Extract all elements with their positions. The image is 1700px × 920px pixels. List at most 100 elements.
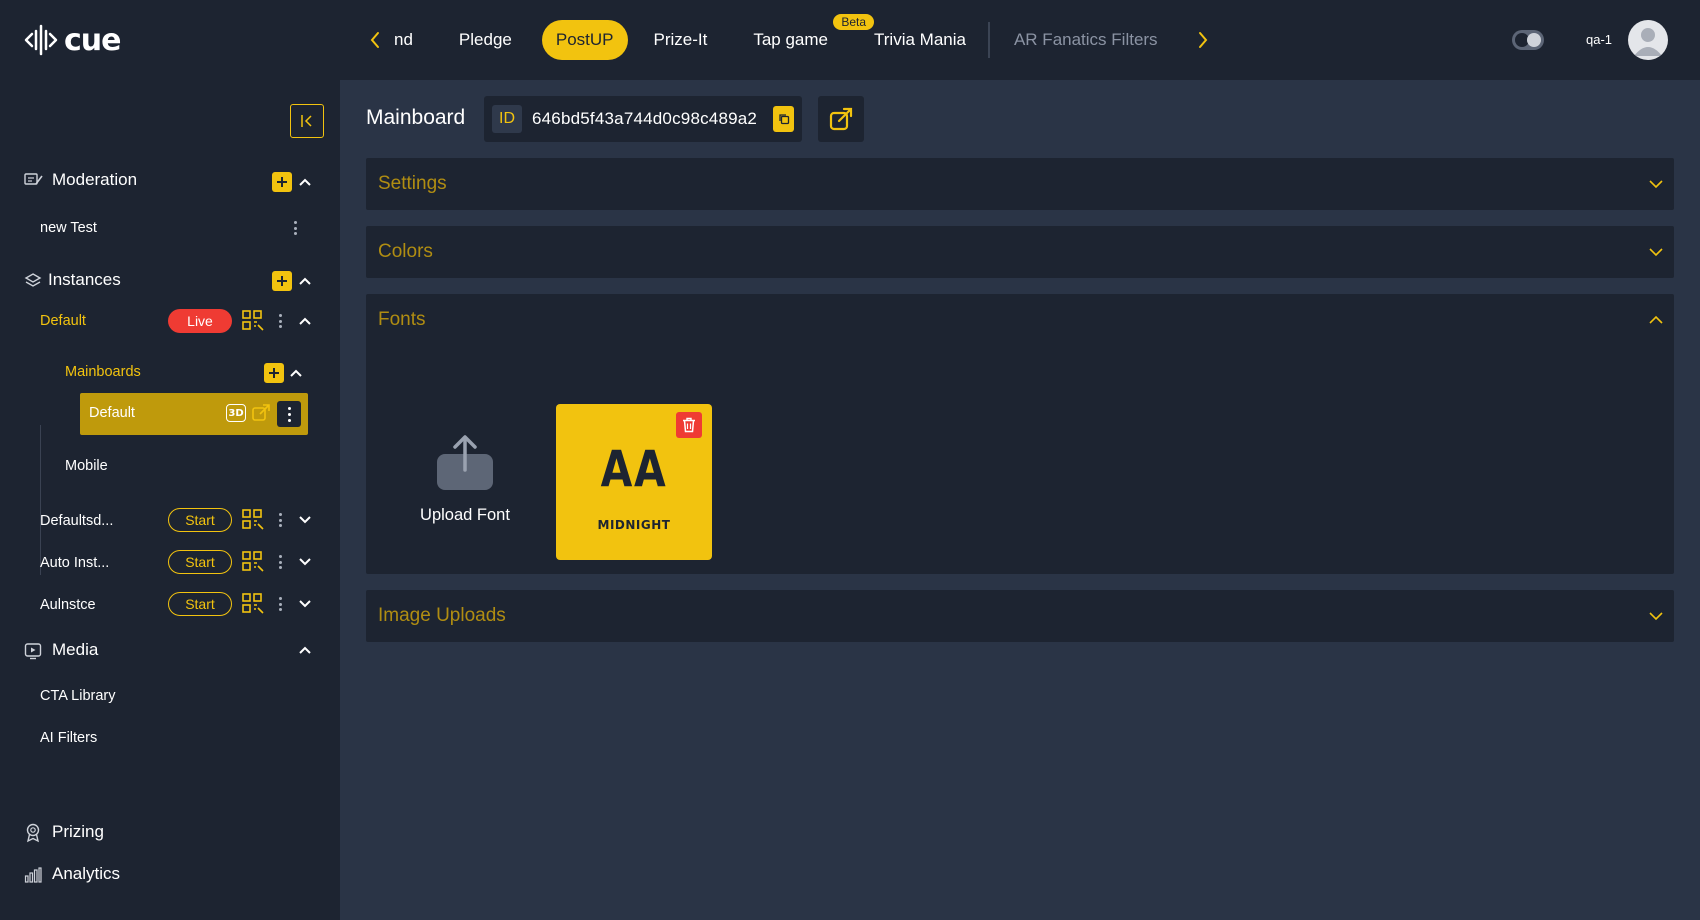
chevron-up-icon[interactable]	[288, 365, 304, 381]
colors-panel-header[interactable]: Colors	[366, 226, 1674, 278]
add-mainboard-button[interactable]	[264, 363, 284, 383]
delete-font-button[interactable]	[676, 412, 702, 438]
sidebar-section-analytics[interactable]: Analytics	[0, 862, 340, 886]
chevron-up-icon[interactable]	[297, 273, 313, 289]
chevron-down-icon[interactable]	[297, 596, 313, 612]
start-button[interactable]: Start	[168, 592, 232, 616]
mainboard-id-box: ID 646bd5f43a744d0c98c489a2	[484, 96, 802, 142]
moderation-item-menu-button[interactable]	[290, 219, 300, 237]
media-label: Media	[52, 640, 99, 659]
tab-trivia-mania[interactable]: Trivia Mania	[854, 20, 976, 60]
copy-icon	[778, 114, 789, 125]
live-status-badge[interactable]: Live	[168, 309, 232, 333]
mainboards-label: Mainboards	[65, 364, 141, 380]
cue-logo[interactable]: cue	[24, 22, 121, 58]
moderation-label: Moderation	[52, 170, 138, 189]
logo-text: cue	[64, 22, 121, 58]
upload-font-label: Upload Font	[420, 506, 510, 524]
tab-nd[interactable]: nd	[390, 20, 439, 60]
media-item-ai-filters[interactable]: AI Filters	[0, 728, 340, 748]
avatar[interactable]	[1628, 20, 1668, 60]
tab-postup[interactable]: PostUP	[541, 20, 628, 60]
trash-icon	[683, 417, 695, 433]
game-tabs: nd Pledge PostUP Prize-It Tap game Beta …	[360, 14, 1218, 60]
fonts-panel-header[interactable]: Fonts	[366, 294, 1674, 346]
media-item-cta-library[interactable]: CTA Library	[0, 686, 340, 706]
user-icon	[1634, 28, 1662, 56]
mobile-label: Mobile	[65, 458, 108, 474]
tabs-next-button[interactable]	[1188, 20, 1218, 60]
layers-icon	[24, 273, 42, 287]
moderation-icon	[24, 173, 43, 185]
top-bar: cue nd Pledge PostUP Prize-It Tap game B…	[0, 0, 1700, 80]
moderation-item[interactable]: new Test	[0, 218, 340, 238]
mainboard-item-label: Default	[89, 405, 135, 421]
tabs-divider	[987, 22, 990, 58]
colors-panel-title: Colors	[378, 241, 433, 262]
chevron-down-icon[interactable]	[297, 554, 313, 570]
open-external-button[interactable]	[818, 96, 864, 142]
image-uploads-panel-title: Image Uploads	[378, 605, 506, 626]
instance-menu-button[interactable]	[275, 553, 285, 571]
qr-code-icon[interactable]	[242, 509, 264, 531]
3d-badge[interactable]: 3D	[226, 404, 246, 422]
tab-tap-game[interactable]: Tap game Beta	[733, 14, 875, 60]
settings-panel: Settings	[366, 158, 1674, 210]
tab-prize-it[interactable]: Prize-It	[638, 20, 734, 60]
qr-code-icon[interactable]	[242, 593, 264, 615]
media-item-label: AI Filters	[40, 730, 98, 746]
add-moderation-button[interactable]	[272, 172, 292, 192]
image-uploads-panel: Image Uploads	[366, 590, 1674, 642]
add-instance-button[interactable]	[272, 271, 292, 291]
sidebar-section-prizing[interactable]: Prizing	[0, 820, 340, 844]
font-card[interactable]: AA MIDNIGHT	[556, 404, 712, 560]
chevron-right-icon	[1198, 32, 1207, 48]
settings-panel-header[interactable]: Settings	[366, 158, 1674, 210]
tabs-prev-button[interactable]	[360, 20, 390, 60]
image-uploads-panel-header[interactable]: Image Uploads	[366, 590, 1674, 642]
analytics-label: Analytics	[52, 864, 121, 883]
chevron-down-icon	[1649, 180, 1663, 189]
id-tag: ID	[492, 105, 522, 133]
mainboard-menu-button[interactable]	[277, 401, 301, 427]
upload-icon	[437, 435, 493, 490]
plus-icon	[277, 276, 287, 286]
tab-ar-fanatics-filters[interactable]: AR Fanatics Filters	[1002, 20, 1188, 60]
fonts-panel: Fonts Upload Font AA MIDNIGHT	[366, 294, 1674, 574]
tab-pledge[interactable]: Pledge	[439, 20, 532, 60]
page-title: Mainboard	[366, 106, 466, 129]
font-name: MIDNIGHT	[597, 518, 671, 532]
start-button[interactable]: Start	[168, 550, 232, 574]
sidebar-section-media[interactable]: Media	[0, 638, 340, 662]
colors-panel: Colors	[366, 226, 1674, 278]
chevron-down-icon[interactable]	[297, 512, 313, 528]
upload-font-button[interactable]: Upload Font	[400, 434, 530, 534]
prizing-label: Prizing	[52, 822, 104, 841]
chevron-left-icon	[370, 32, 379, 48]
chevron-up-icon[interactable]	[297, 642, 313, 658]
qr-code-icon[interactable]	[242, 310, 264, 332]
instance-label: Aulnstce	[40, 597, 96, 613]
fonts-panel-title: Fonts	[378, 309, 426, 330]
chevron-up-icon[interactable]	[297, 174, 313, 190]
collapse-left-icon	[301, 115, 312, 127]
instance-menu-button[interactable]	[275, 511, 285, 529]
font-preview: AA	[600, 440, 668, 498]
media-item-label: CTA Library	[40, 688, 116, 704]
theme-toggle[interactable]	[1512, 30, 1544, 50]
qr-code-icon[interactable]	[242, 551, 264, 573]
copy-id-button[interactable]	[773, 106, 794, 132]
collapse-sidebar-button[interactable]	[290, 104, 324, 138]
external-link-icon[interactable]	[251, 403, 271, 423]
chevron-down-icon	[1649, 612, 1663, 621]
mobile-group[interactable]: Mobile	[0, 455, 340, 477]
instance-menu-button[interactable]	[275, 595, 285, 613]
instance-label: Defaultsd...	[40, 513, 114, 529]
moderation-item-label: new Test	[40, 220, 97, 236]
chevron-up-icon[interactable]	[297, 313, 313, 329]
instance-menu-button[interactable]	[275, 312, 285, 330]
chevron-up-icon	[1649, 315, 1663, 324]
cue-logo-icon	[24, 24, 58, 56]
start-button[interactable]: Start	[168, 508, 232, 532]
instances-label: Instances	[48, 270, 121, 289]
